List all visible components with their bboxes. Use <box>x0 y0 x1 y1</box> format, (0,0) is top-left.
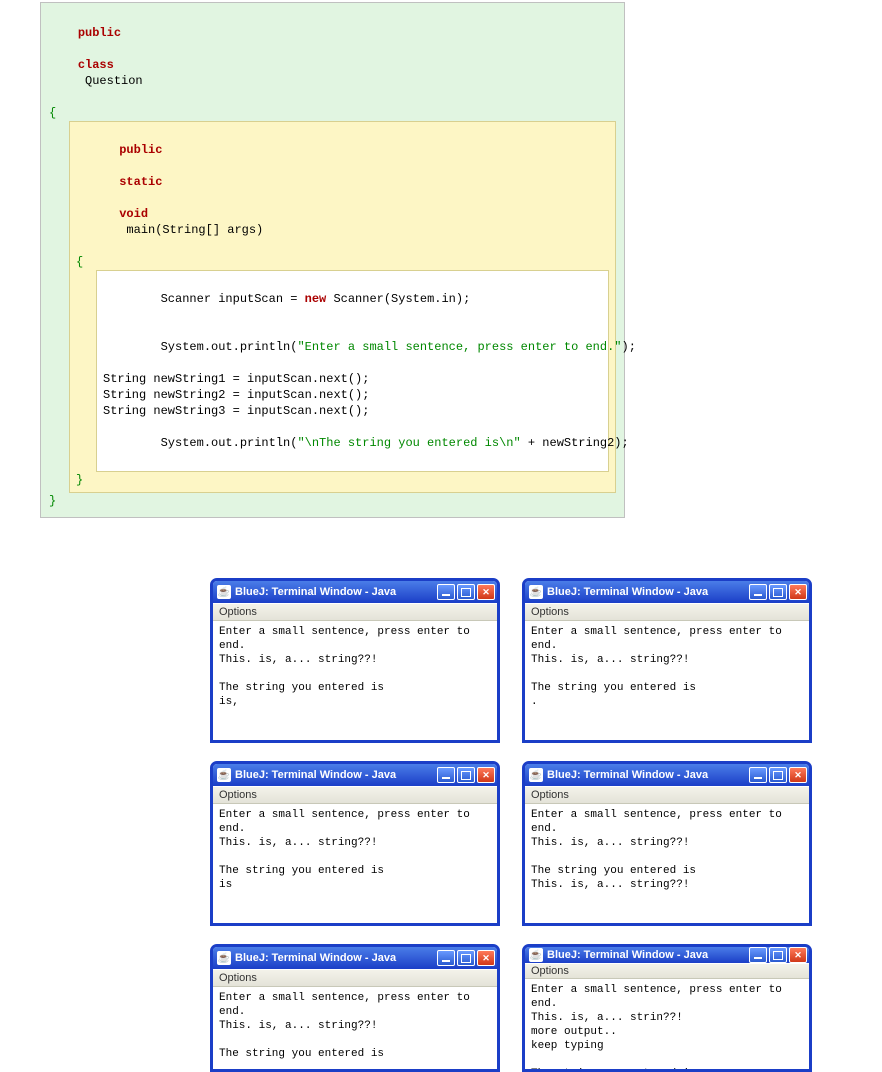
window-title: BlueJ: Terminal Window - Java <box>547 949 749 961</box>
terminal-output[interactable]: Enter a small sentence, press enter to e… <box>525 979 809 1072</box>
close-button[interactable] <box>789 584 807 600</box>
terminal-window: ☕ BlueJ: Terminal Window - Java Options … <box>522 578 812 743</box>
keyword-new: new <box>305 292 327 306</box>
titlebar[interactable]: ☕ BlueJ: Terminal Window - Java <box>525 581 809 603</box>
menu-options[interactable]: Options <box>531 965 569 977</box>
code-text: Scanner inputScan = <box>161 292 305 306</box>
window-title: BlueJ: Terminal Window - Java <box>235 769 437 781</box>
java-icon: ☕ <box>217 768 231 782</box>
terminal-window: ☕ BlueJ: Terminal Window - Java Options … <box>522 761 812 926</box>
maximize-button[interactable] <box>769 767 787 783</box>
menu-options[interactable]: Options <box>219 972 257 984</box>
titlebar[interactable]: ☕ BlueJ: Terminal Window - Java <box>525 947 809 963</box>
code-text: String newString2 = inputScan.next(); <box>103 387 602 403</box>
minimize-button[interactable] <box>749 947 767 963</box>
maximize-button[interactable] <box>457 767 475 783</box>
menubar: Options <box>213 786 497 804</box>
code-pane: public class Question { public static vo… <box>40 2 625 518</box>
code-text: System.out.println( <box>161 340 298 354</box>
brace-open: { <box>49 105 616 121</box>
method-body: Scanner inputScan = new Scanner(System.i… <box>96 270 609 472</box>
keyword-public: public <box>78 26 121 40</box>
terminals-grid: ☕ BlueJ: Terminal Window - Java Options … <box>210 578 882 1072</box>
string-literal: "\nThe string you entered is\n" <box>297 436 520 450</box>
window-title: BlueJ: Terminal Window - Java <box>235 586 437 598</box>
minimize-button[interactable] <box>749 767 767 783</box>
java-icon: ☕ <box>529 948 543 962</box>
menubar: Options <box>525 603 809 621</box>
menubar: Options <box>525 963 809 979</box>
window-title: BlueJ: Terminal Window - Java <box>547 769 749 781</box>
terminal-output[interactable]: Enter a small sentence, press enter to e… <box>213 804 497 923</box>
keyword-public: public <box>119 143 162 157</box>
minimize-button[interactable] <box>749 584 767 600</box>
close-button[interactable] <box>477 767 495 783</box>
code-text: String newString1 = inputScan.next(); <box>103 371 602 387</box>
menu-options[interactable]: Options <box>531 606 569 618</box>
close-button[interactable] <box>477 950 495 966</box>
minimize-button[interactable] <box>437 950 455 966</box>
titlebar[interactable]: ☕ BlueJ: Terminal Window - Java <box>213 764 497 786</box>
keyword-class: class <box>78 58 114 72</box>
java-icon: ☕ <box>529 768 543 782</box>
java-icon: ☕ <box>217 585 231 599</box>
close-button[interactable] <box>789 767 807 783</box>
code-text: System.out.println( <box>161 436 298 450</box>
terminal-output[interactable]: Enter a small sentence, press enter to e… <box>525 804 809 923</box>
class-name: Question <box>78 74 143 88</box>
maximize-button[interactable] <box>769 584 787 600</box>
menubar: Options <box>213 603 497 621</box>
java-icon: ☕ <box>529 585 543 599</box>
close-button[interactable] <box>789 947 807 963</box>
titlebar[interactable]: ☕ BlueJ: Terminal Window - Java <box>213 581 497 603</box>
maximize-button[interactable] <box>769 947 787 963</box>
menu-options[interactable]: Options <box>219 606 257 618</box>
terminal-window: ☕ BlueJ: Terminal Window - Java Options … <box>210 578 500 743</box>
code-text: Scanner(System.in); <box>326 292 470 306</box>
method-signature: main(String[] args) <box>119 223 263 237</box>
window-title: BlueJ: Terminal Window - Java <box>235 952 437 964</box>
titlebar[interactable]: ☕ BlueJ: Terminal Window - Java <box>213 947 497 969</box>
code-text: ); <box>622 340 636 354</box>
keyword-static: static <box>119 175 162 189</box>
menu-options[interactable]: Options <box>219 789 257 801</box>
menubar: Options <box>213 969 497 987</box>
menubar: Options <box>525 786 809 804</box>
brace-close: } <box>49 493 616 509</box>
menu-options[interactable]: Options <box>531 789 569 801</box>
terminal-window: ☕ BlueJ: Terminal Window - Java Options … <box>522 944 812 1072</box>
keyword-void: void <box>119 207 148 221</box>
close-button[interactable] <box>477 584 495 600</box>
minimize-button[interactable] <box>437 584 455 600</box>
maximize-button[interactable] <box>457 950 475 966</box>
method-block: public static void main(String[] args) {… <box>69 121 616 493</box>
string-literal: "Enter a small sentence, press enter to … <box>297 340 621 354</box>
terminal-output[interactable]: Enter a small sentence, press enter to e… <box>213 621 497 740</box>
terminal-output[interactable]: Enter a small sentence, press enter to e… <box>525 621 809 740</box>
code-text: String newString3 = inputScan.next(); <box>103 403 602 419</box>
minimize-button[interactable] <box>437 767 455 783</box>
brace-open: { <box>76 254 609 270</box>
terminal-window: ☕ BlueJ: Terminal Window - Java Options … <box>210 761 500 926</box>
titlebar[interactable]: ☕ BlueJ: Terminal Window - Java <box>525 764 809 786</box>
maximize-button[interactable] <box>457 584 475 600</box>
brace-close: } <box>76 472 609 488</box>
terminal-output[interactable]: Enter a small sentence, press enter to e… <box>213 987 497 1069</box>
java-icon: ☕ <box>217 951 231 965</box>
code-text: + newString2); <box>521 436 629 450</box>
window-title: BlueJ: Terminal Window - Java <box>547 586 749 598</box>
terminal-window: ☕ BlueJ: Terminal Window - Java Options … <box>210 944 500 1072</box>
